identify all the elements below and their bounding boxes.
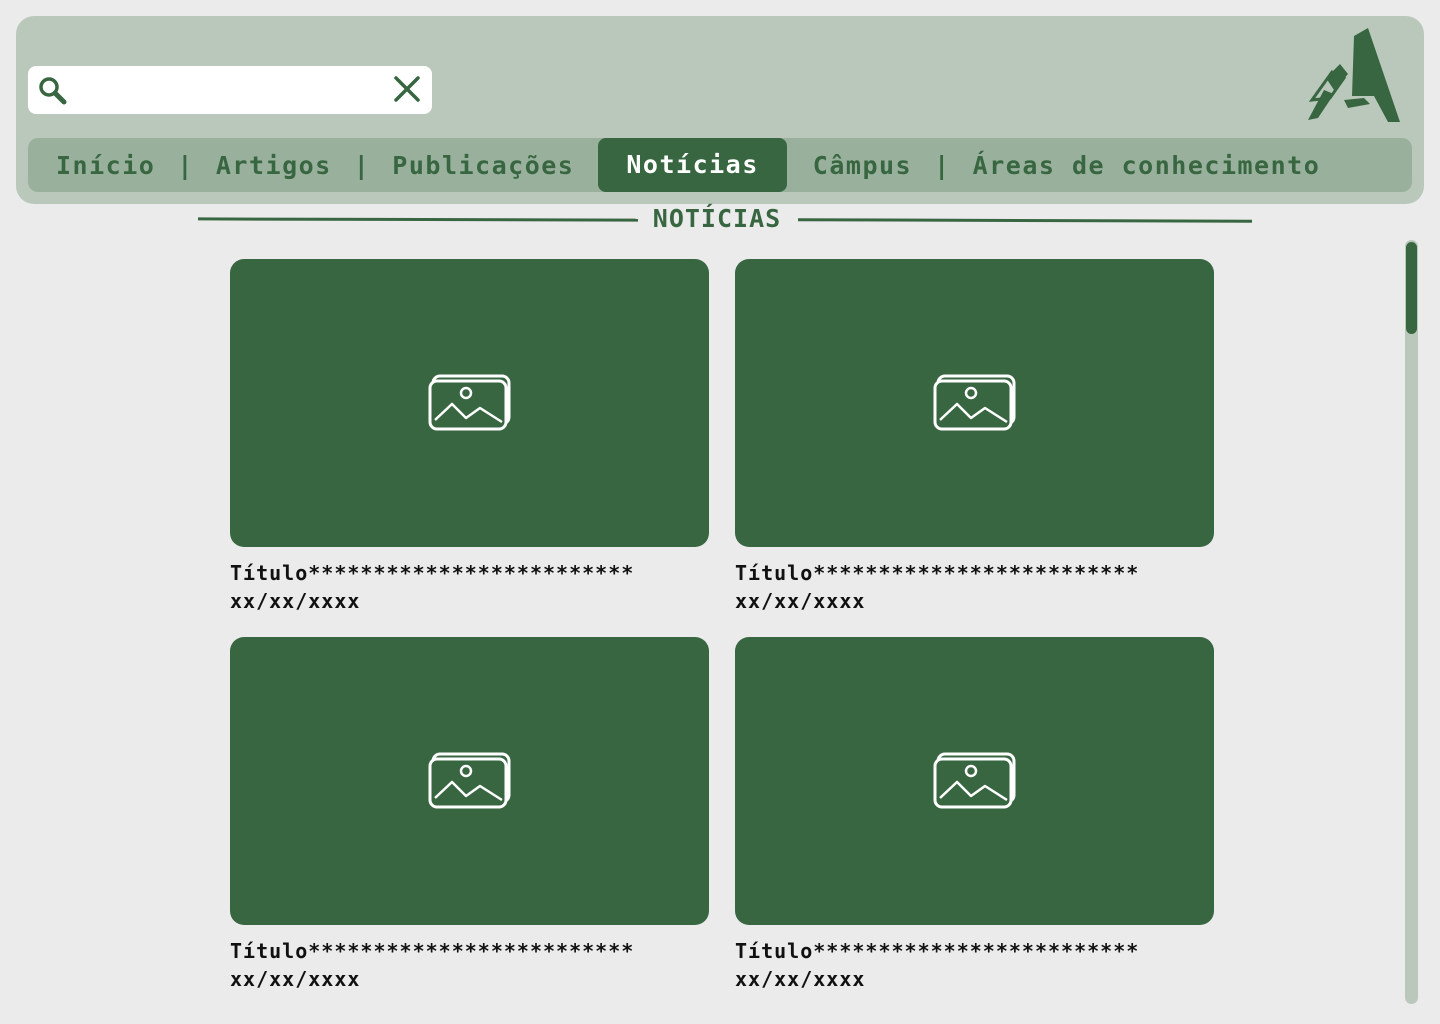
news-title[interactable]: Título*************************	[230, 937, 710, 965]
news-card[interactable]: Título************************* xx/xx/xx…	[230, 637, 710, 993]
logo-icon[interactable]	[1304, 26, 1404, 126]
divider	[197, 217, 639, 222]
image-icon	[933, 752, 1015, 809]
news-title[interactable]: Título*************************	[735, 937, 1215, 965]
header: Início | Artigos | Publicações Notícias …	[16, 16, 1424, 204]
news-card[interactable]: Título************************* xx/xx/xx…	[230, 259, 710, 615]
news-date: xx/xx/xxxx	[230, 589, 361, 613]
news-title[interactable]: Título*************************	[735, 559, 1215, 587]
news-image[interactable]	[735, 259, 1214, 547]
news-date: xx/xx/xxxx	[735, 589, 866, 613]
nav-item-inicio[interactable]: Início	[56, 151, 155, 180]
search-icon[interactable]	[36, 74, 68, 106]
page-title: NOTÍCIAS	[652, 204, 782, 233]
main-nav: Início | Artigos | Publicações Notícias …	[28, 138, 1412, 192]
news-date: xx/xx/xxxx	[230, 967, 361, 991]
scrollbar[interactable]	[1405, 240, 1418, 1004]
image-icon	[933, 374, 1015, 431]
news-image[interactable]	[230, 259, 709, 547]
search-input[interactable]	[76, 72, 376, 108]
news-image[interactable]	[230, 637, 709, 925]
close-icon[interactable]	[392, 74, 422, 104]
image-icon	[428, 374, 510, 431]
nav-separator: |	[934, 150, 951, 180]
nav-item-noticias[interactable]: Notícias	[598, 138, 787, 192]
section-header: NOTÍCIAS	[197, 204, 1253, 238]
nav-item-artigos[interactable]: Artigos	[216, 151, 332, 180]
nav-item-publicacoes[interactable]: Publicações	[392, 151, 574, 180]
image-icon	[428, 752, 510, 809]
nav-separator: |	[353, 150, 371, 180]
search-box[interactable]	[28, 66, 432, 114]
news-date: xx/xx/xxxx	[735, 967, 866, 991]
nav-item-areas-de-conhecimento[interactable]: Áreas de conhecimento	[973, 151, 1321, 180]
nav-separator: |	[177, 150, 194, 180]
news-image[interactable]	[735, 637, 1214, 925]
divider	[797, 218, 1253, 223]
nav-item-campus[interactable]: Câmpus	[813, 151, 912, 180]
news-card[interactable]: Título************************* xx/xx/xx…	[735, 259, 1215, 615]
news-card[interactable]: Título************************* xx/xx/xx…	[735, 637, 1215, 993]
scrollbar-thumb[interactable]	[1406, 242, 1417, 334]
news-title[interactable]: Título*************************	[230, 559, 710, 587]
